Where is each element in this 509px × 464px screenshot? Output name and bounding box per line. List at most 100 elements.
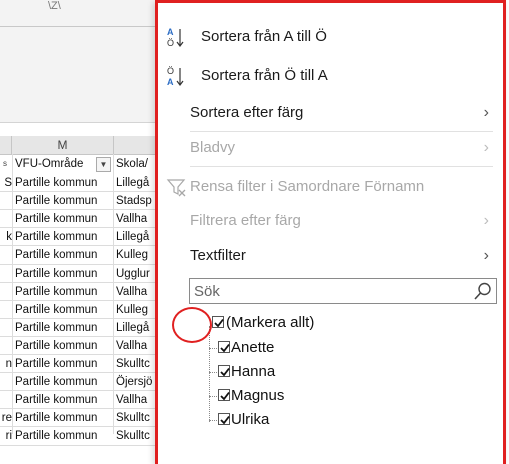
select-all-item[interactable]: (Markera allt) xyxy=(189,312,489,334)
chevron-right-icon: › xyxy=(483,212,489,229)
tree-connector xyxy=(209,348,217,349)
column-header-prev[interactable] xyxy=(0,136,12,155)
sheet-view-label: Bladvy xyxy=(190,139,236,156)
cell-school[interactable]: Skulltc xyxy=(116,355,155,373)
cell-area[interactable]: Partille kommun xyxy=(15,355,112,373)
clear-filter-label: Rensa filter i Samordnare Förnamn xyxy=(190,178,425,195)
cell-area[interactable]: Partille kommun xyxy=(15,228,112,246)
ribbon-divider xyxy=(0,26,155,27)
cell-prefix[interactable] xyxy=(0,283,12,301)
cell-prefix[interactable]: ri xyxy=(0,427,12,445)
checkbox-checked-icon[interactable] xyxy=(218,413,230,425)
chevron-right-icon: › xyxy=(483,139,489,156)
cell-area[interactable]: Partille kommun xyxy=(15,192,112,210)
table-row[interactable]: Partille kommun Vallha xyxy=(0,210,155,228)
table-row[interactable]: S Partille kommun Lillegå xyxy=(0,174,155,192)
value-item-magnus[interactable]: Magnus xyxy=(189,385,489,407)
sheet-view-item[interactable]: Bladvy › xyxy=(158,133,503,163)
checkbox-checked-icon[interactable] xyxy=(218,365,230,377)
sort-a-to-z-label: Sortera från A till Ö xyxy=(201,28,327,45)
checkbox-checked-icon[interactable] xyxy=(212,316,224,328)
cell-area[interactable]: Partille kommun xyxy=(15,337,112,355)
table-row[interactable]: Partille kommun Stadsp xyxy=(0,192,155,210)
cell-school[interactable]: Ugglur xyxy=(116,265,155,283)
column-header-next[interactable] xyxy=(114,136,155,155)
cell-prefix[interactable] xyxy=(0,246,12,264)
sort-z-to-a-item[interactable]: Ö A Sortera från Ö till A xyxy=(158,61,503,91)
cell-area[interactable]: Partille kommun xyxy=(15,319,112,337)
table-row[interactable]: Partille kommun Öjersjö xyxy=(0,373,155,391)
value-label: Anette xyxy=(231,339,275,356)
cell-prefix[interactable] xyxy=(0,210,12,228)
cell-school[interactable]: Vallha xyxy=(116,210,155,228)
cell-school[interactable]: Öjersjö xyxy=(116,373,155,391)
cell-area[interactable]: Partille kommun xyxy=(15,409,112,427)
cell-school[interactable]: Skulltc xyxy=(116,409,155,427)
table-row[interactable]: Partille kommun Vallha xyxy=(0,283,155,301)
table-row[interactable]: Partille kommun Kulleg xyxy=(0,301,155,319)
sort-z-to-a-label: Sortera från Ö till A xyxy=(201,67,328,84)
search-input[interactable] xyxy=(194,281,464,301)
value-item-ulrika[interactable]: Ulrika xyxy=(189,409,489,431)
sort-by-color-item[interactable]: Sortera efter färg › xyxy=(158,98,503,128)
cell-area[interactable]: Partille kommun xyxy=(15,283,112,301)
table-row[interactable]: k Partille kommun Lillegå xyxy=(0,228,155,246)
header-cell-vfu-area[interactable]: VFU-Område xyxy=(15,155,95,173)
cell-prefix[interactable]: S xyxy=(0,174,12,192)
cell-area[interactable]: Partille kommun xyxy=(15,301,112,319)
cell-prefix[interactable] xyxy=(0,265,12,283)
table-row[interactable]: Partille kommun Ugglur xyxy=(0,265,155,283)
checkbox-checked-icon[interactable] xyxy=(218,341,230,353)
table-row[interactable]: Partille kommun Vallha xyxy=(0,337,155,355)
cell-prefix[interactable]: k xyxy=(0,228,12,246)
menu-separator xyxy=(190,131,493,132)
cell-school[interactable]: Kulleg xyxy=(116,301,155,319)
cell-area[interactable]: Partille kommun xyxy=(15,373,112,391)
cell-prefix[interactable] xyxy=(0,192,12,210)
cell-prefix[interactable] xyxy=(0,337,12,355)
cell-area[interactable]: Partille kommun xyxy=(15,427,112,445)
tree-connector xyxy=(209,396,217,397)
column-header-m[interactable]: M xyxy=(12,136,114,155)
cell-school[interactable]: Lillegå xyxy=(116,174,155,192)
cell-school[interactable]: Vallha xyxy=(116,391,155,409)
text-filter-label: Textfilter xyxy=(190,247,246,264)
ribbon-fragment: \Z\ xyxy=(48,0,61,12)
table-row[interactable]: re Partille kommun Skulltc xyxy=(0,409,155,427)
cell-school[interactable]: Vallha xyxy=(116,337,155,355)
cell-prefix[interactable]: n xyxy=(0,355,12,373)
table-row[interactable]: Partille kommun Lillegå xyxy=(0,319,155,337)
cell-prefix[interactable] xyxy=(0,319,12,337)
cell-school[interactable]: Lillegå xyxy=(116,228,155,246)
header-cell-school[interactable]: Skola/ xyxy=(116,155,155,173)
clear-filter-item[interactable]: Rensa filter i Samordnare Förnamn xyxy=(158,172,503,202)
cell-school[interactable]: Stadsp xyxy=(116,192,155,210)
cell-area[interactable]: Partille kommun xyxy=(15,265,112,283)
filter-by-color-item[interactable]: Filtrera efter färg › xyxy=(158,206,503,236)
checkbox-checked-icon[interactable] xyxy=(218,389,230,401)
table-row[interactable]: Partille kommun Kulleg xyxy=(0,246,155,264)
table-row[interactable]: ri Partille kommun Skulltc xyxy=(0,427,155,445)
filter-dropdown-button[interactable]: ▼ xyxy=(96,157,111,172)
search-field[interactable] xyxy=(189,278,497,304)
cell-prefix[interactable] xyxy=(0,301,12,319)
cell-school[interactable]: Kulleg xyxy=(116,246,155,264)
cell-school[interactable]: Lillegå xyxy=(116,319,155,337)
cell-prefix[interactable] xyxy=(0,391,12,409)
text-filter-item[interactable]: Textfilter › xyxy=(158,241,503,271)
cell-prefix[interactable]: re xyxy=(0,409,12,427)
table-row[interactable]: n Partille kommun Skulltc xyxy=(0,355,155,373)
cell-area[interactable]: Partille kommun xyxy=(15,174,112,192)
cell-prefix[interactable] xyxy=(0,373,12,391)
value-item-anette[interactable]: Anette xyxy=(189,337,489,359)
cell-area[interactable]: Partille kommun xyxy=(15,246,112,264)
cell-area[interactable]: Partille kommun xyxy=(15,210,112,228)
table-row[interactable]: Partille kommun Vallha xyxy=(0,391,155,409)
ribbon-area: \Z\ xyxy=(0,0,155,123)
sort-a-to-z-item[interactable]: A Ö Sortera från A till Ö xyxy=(158,22,503,52)
cell-school[interactable]: Vallha xyxy=(116,283,155,301)
autofilter-menu: A Ö Sortera från A till Ö Ö A Sortera fr… xyxy=(155,0,506,464)
cell-school[interactable]: Skulltc xyxy=(116,427,155,445)
value-item-hanna[interactable]: Hanna xyxy=(189,361,489,383)
cell-area[interactable]: Partille kommun xyxy=(15,391,112,409)
